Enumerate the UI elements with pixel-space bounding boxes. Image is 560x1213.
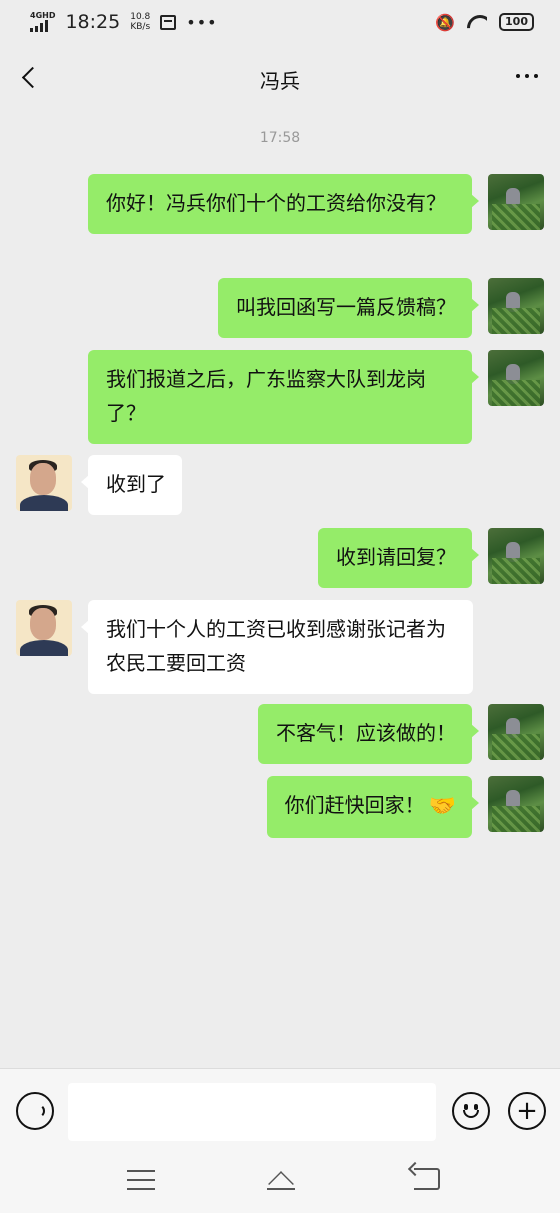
outgoing-message-bubble[interactable]: 叫我回函写一篇反馈稿？	[218, 278, 479, 338]
mute-bell-icon: 🔕	[435, 12, 456, 32]
more-actions-button[interactable]: +	[508, 1092, 546, 1130]
outgoing-message-bubble[interactable]: 你们赶快回家！ 🤝	[266, 776, 480, 838]
message-input[interactable]	[68, 1083, 436, 1141]
network-speed: 10.8 KB/s	[130, 12, 150, 32]
system-nav-bar	[0, 1154, 560, 1213]
status-bar: 4GHD 18:25 10.8 KB/s ••• 🔕 100	[0, 0, 560, 44]
voice-input-button[interactable]	[16, 1092, 54, 1130]
more-options-button[interactable]	[516, 66, 538, 86]
signal-indicator: 4GHD	[30, 12, 55, 32]
chat-timestamp: 17:58	[259, 130, 301, 146]
speed-unit: KB/s	[130, 22, 151, 32]
signal-bars-icon	[30, 20, 48, 32]
outgoing-message-bubble[interactable]: 你好！冯兵你们十个的工资给你没有？	[88, 174, 479, 234]
my-avatar[interactable]	[488, 776, 544, 832]
outgoing-message-bubble[interactable]: 收到请回复？	[318, 528, 479, 588]
voice-icon	[31, 1104, 45, 1118]
contact-avatar[interactable]	[16, 600, 72, 656]
my-avatar[interactable]	[488, 528, 544, 584]
my-avatar[interactable]	[488, 350, 544, 406]
wifi-icon	[467, 15, 487, 29]
status-time: 18:25	[65, 11, 121, 33]
back-button[interactable]	[14, 62, 44, 92]
home-button[interactable]	[263, 1166, 299, 1197]
chevron-left-icon	[21, 66, 43, 88]
my-avatar[interactable]	[488, 278, 544, 334]
recent-apps-button[interactable]	[127, 1170, 155, 1190]
smiley-icon	[458, 1098, 484, 1124]
emoji-button[interactable]	[452, 1092, 490, 1130]
calendar-icon	[160, 14, 177, 30]
battery-indicator: 100	[499, 13, 534, 31]
message-text: 你们赶快回家！	[284, 793, 425, 817]
network-type: 4GHD	[30, 11, 56, 20]
more-notifications-icon: •••	[186, 12, 218, 32]
chat-header: 冯兵	[0, 44, 560, 114]
contact-avatar[interactable]	[16, 455, 72, 511]
outgoing-message-bubble[interactable]: 不客气！应该做的！	[258, 704, 479, 764]
incoming-message-bubble[interactable]: 我们十个人的工资已收到感谢张记者为农民工要回工资	[81, 600, 473, 694]
handshake-icon: 🤝	[428, 793, 456, 819]
chat-title: 冯兵	[260, 68, 300, 93]
plus-icon: +	[516, 1096, 538, 1126]
my-avatar[interactable]	[488, 704, 544, 760]
incoming-message-bubble[interactable]: 收到了	[81, 455, 182, 515]
outgoing-message-bubble[interactable]: 我们报道之后，广东监察大队到龙岗了？	[88, 350, 479, 444]
my-avatar[interactable]	[488, 174, 544, 230]
input-bar: +	[0, 1068, 560, 1154]
speed-value: 10.8	[130, 12, 151, 22]
system-back-button[interactable]	[414, 1168, 440, 1190]
